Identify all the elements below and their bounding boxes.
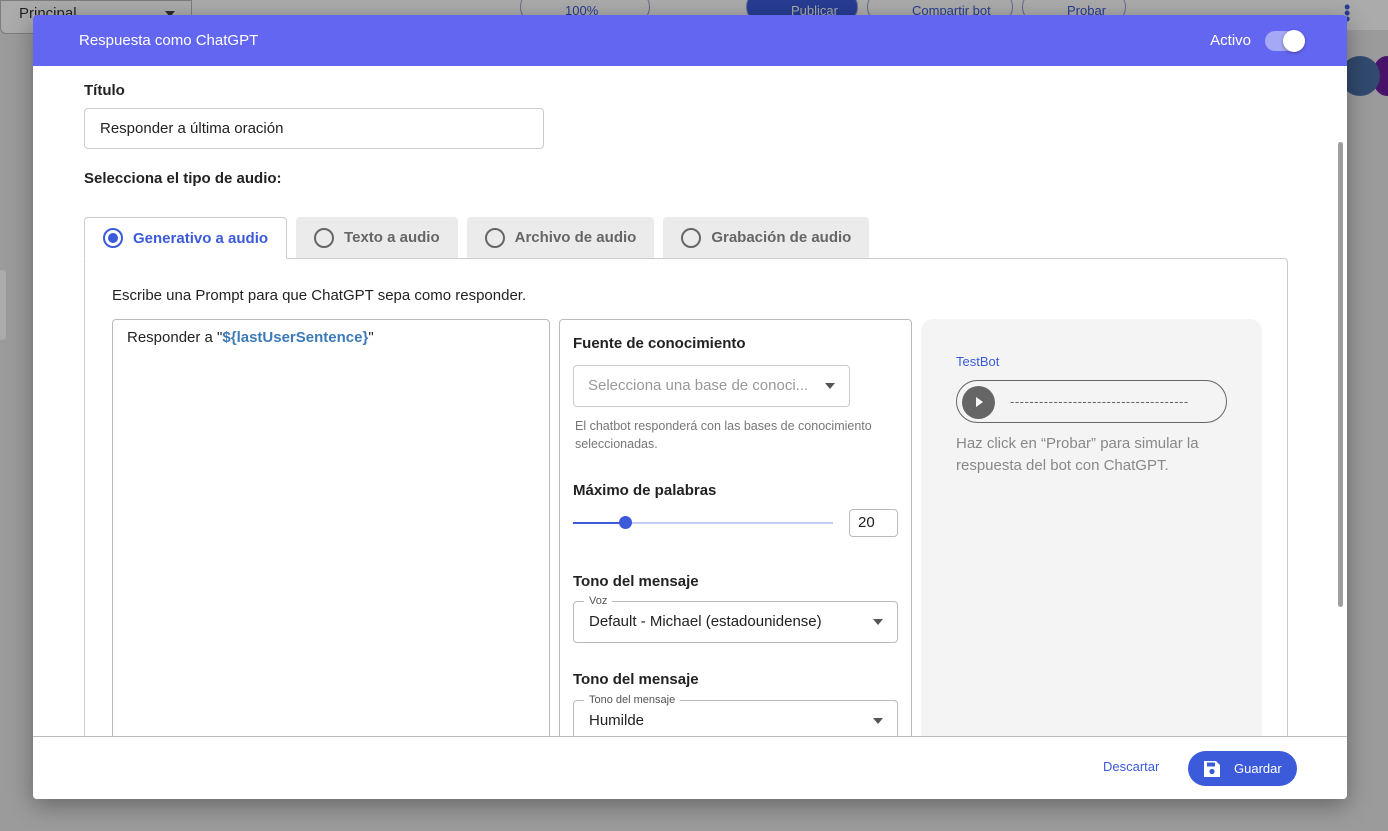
save-label: Guardar [1234,761,1282,776]
dialog-footer: Descartar Guardar [33,736,1347,799]
knowledge-help-text: El chatbot responderá con las bases de c… [575,419,872,451]
slider-thumb[interactable] [619,516,632,529]
audio-type-tabs: Generativo a audio Texto a audio Archivo… [84,217,870,259]
prompt-text-suffix: " [368,329,374,346]
tab-label: Archivo de audio [514,229,637,246]
title-label: Título [84,82,125,99]
tone-section-label: Tono del mensaje [573,671,699,688]
max-words-label: Máximo de palabras [573,482,717,499]
voice-select[interactable]: Voz Default - Michael (estadounidense) [573,594,898,643]
title-input[interactable]: Responder a última oración [84,108,544,149]
tab-audio-recording[interactable]: Grabación de audio [663,217,870,258]
max-words-slider[interactable] [573,516,833,529]
save-icon [1204,760,1220,777]
active-toggle[interactable] [1265,29,1305,52]
generation-settings: Fuente de conocimiento Selecciona una ba… [559,319,912,736]
dialog-body: Título Responder a última oración Selecc… [33,66,1347,736]
chatgpt-response-dialog: Respuesta como ChatGPT Activo Título Res… [33,15,1347,799]
dialog-scrollbar-thumb[interactable] [1338,142,1343,607]
prompt-variable: ${lastUserSentence} [222,329,369,346]
audio-player: ------------------------------------- [956,380,1227,423]
active-label: Activo [1210,32,1251,49]
save-button[interactable]: Guardar [1188,751,1297,786]
voice-float-label: Voz [584,594,613,608]
tab-audio-file[interactable]: Archivo de audio [466,217,655,258]
tone-value: Humilde [589,712,645,729]
bot-preview-panel: TestBot --------------------------------… [921,319,1262,736]
play-icon[interactable] [962,386,995,419]
tab-label: Generativo a audio [133,229,269,247]
prompt-help-text: Escribe una Prompt para que ChatGPT sepa… [112,287,527,304]
audio-waveform-placeholder: ------------------------------------- [1010,394,1189,409]
knowledge-base-select[interactable]: Selecciona una base de conoci... [573,365,850,407]
slider-fill [573,522,625,524]
preview-help-text: Haz click en “Probar” para simular la re… [956,435,1199,474]
chevron-down-icon [873,619,883,625]
radio-unselected-icon[interactable] [484,227,505,248]
tone-select[interactable]: Tono del mensaje Humilde [573,693,898,736]
audio-type-label: Selecciona el tipo de audio: [84,170,282,187]
chevron-down-icon [825,383,835,389]
dialog-header: Respuesta como ChatGPT Activo [33,15,1347,66]
toggle-knob [1283,29,1305,52]
discard-button[interactable]: Descartar [1103,759,1159,774]
radio-selected-icon[interactable] [103,228,123,248]
voice-value: Default - Michael (estadounidense) [589,613,822,630]
knowledge-base-placeholder: Selecciona una base de conoci... [588,377,809,394]
chevron-down-icon [873,718,883,724]
dialog-title: Respuesta como ChatGPT [79,32,259,49]
max-words-input[interactable]: 20 [849,509,898,537]
tab-label: Grabación de audio [711,229,852,246]
radio-unselected-icon[interactable] [314,227,335,248]
voice-section-label: Tono del mensaje [573,573,699,590]
radio-unselected-icon[interactable] [681,227,702,248]
generative-audio-panel: Escribe una Prompt para que ChatGPT sepa… [84,258,1288,736]
tone-float-label: Tono del mensaje [584,693,681,707]
tab-text-to-audio[interactable]: Texto a audio [296,217,458,258]
preview-bot-name: TestBot [956,354,1000,369]
tab-label: Texto a audio [344,229,440,246]
knowledge-source-label: Fuente de conocimiento [573,335,746,352]
tab-generative-audio[interactable]: Generativo a audio [84,217,288,259]
prompt-editor[interactable]: Responder a "${lastUserSentence}" [112,319,550,736]
prompt-text-prefix: Responder a " [127,329,223,346]
